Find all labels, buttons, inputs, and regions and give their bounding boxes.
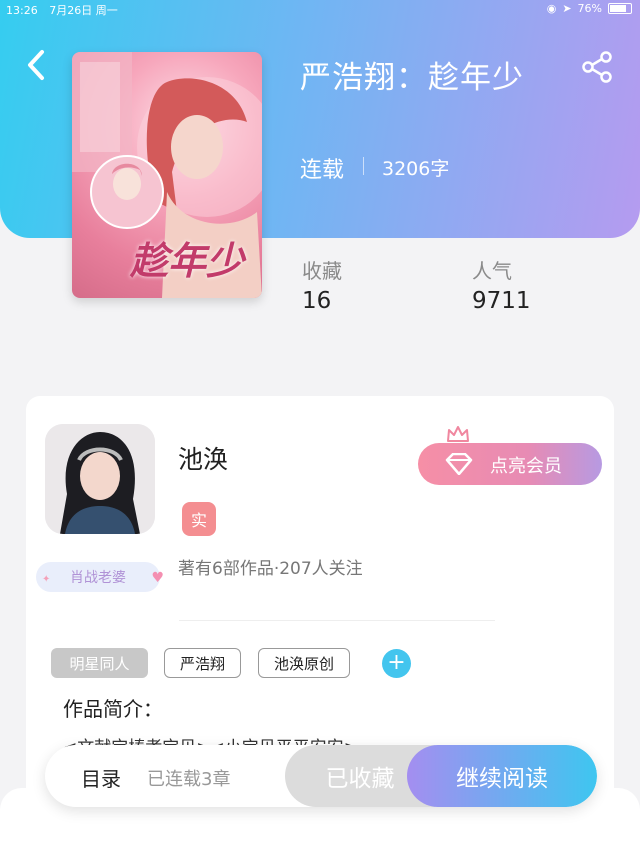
tag-star-fanfic[interactable]: 明星同人 (51, 648, 148, 678)
author-works-followers: 著有6部作品·207人关注 (178, 559, 363, 579)
chevron-left-icon (28, 50, 44, 80)
author-name[interactable]: 池涣 (178, 440, 228, 476)
popularity-value: 9711 (472, 288, 531, 314)
collect-count-label: 收藏 (302, 259, 342, 283)
author-avatar[interactable] (45, 424, 155, 534)
meta-divider (363, 157, 364, 175)
collect-count-value: 16 (302, 288, 332, 314)
book-cover[interactable]: 趁年少 (72, 52, 262, 298)
status-time: 13:26 (6, 4, 38, 17)
status-bar: 13:26 7月26日 周一 ◉ ➤ 76% (0, 0, 640, 18)
serial-status: 连载 (300, 158, 345, 183)
wifi-icon: ◉ (546, 2, 557, 15)
crown-icon (447, 426, 469, 442)
intro-heading: 作品简介： (63, 697, 163, 721)
battery-percent: 76% (577, 2, 602, 15)
continue-reading-button[interactable]: 继续阅读 (407, 745, 597, 807)
avatar-image (45, 424, 155, 534)
vip-button-label: 点亮会员 (490, 456, 562, 477)
location-icon: ➤ (562, 2, 572, 15)
cover-title-art: 趁年少 (130, 238, 245, 283)
tag-yanhaoxiang[interactable]: 严浩翔 (164, 648, 241, 678)
fan-title-tag: 肖战老婆 (36, 562, 164, 592)
card-divider (179, 620, 495, 621)
vip-activate-button[interactable]: 点亮会员 (418, 426, 602, 485)
bottom-action-bar: 目录 已连载3章 已收藏 继续阅读 (45, 745, 597, 807)
tag-original[interactable]: 池涣原创 (258, 648, 350, 678)
chapter-count: 已连载3章 (147, 769, 231, 790)
diamond-icon (445, 453, 473, 475)
share-icon (582, 51, 612, 83)
battery-icon (608, 3, 632, 14)
table-of-contents-button[interactable]: 目录 (81, 763, 121, 792)
verified-badge: 实 (182, 502, 216, 536)
add-tag-button[interactable]: + (382, 649, 411, 678)
share-button[interactable] (580, 50, 614, 84)
back-button[interactable] (22, 48, 52, 82)
word-count: 3206字 (382, 158, 450, 180)
popularity-label: 人气 (472, 259, 512, 283)
status-date: 7月26日 周一 (49, 4, 118, 17)
book-title: 严浩翔：趁年少 (300, 60, 524, 96)
